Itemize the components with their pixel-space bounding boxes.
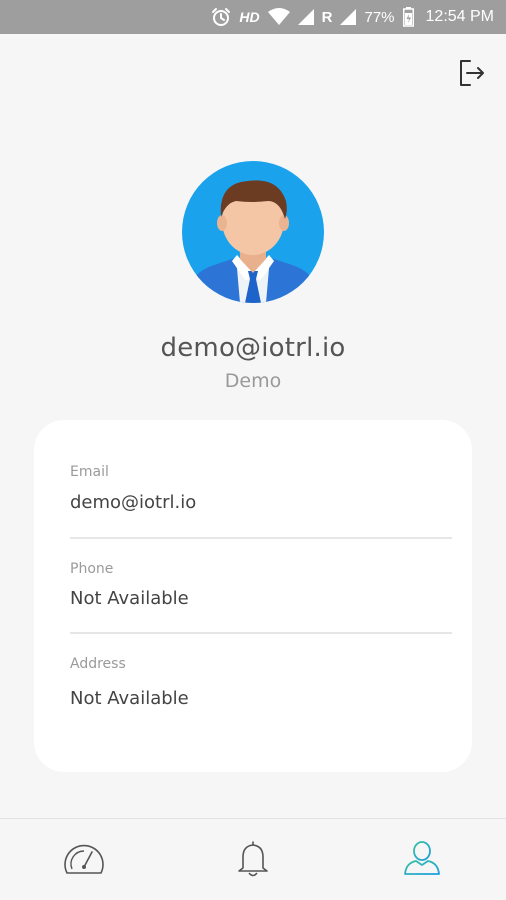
address-value: Not Available — [70, 688, 189, 709]
nav-profile[interactable] — [382, 830, 462, 890]
profile-details-card: Email demo@iotrl.io Phone Not Available … — [34, 420, 472, 772]
phone-row: Phone Not Available — [70, 561, 452, 609]
phone-label: Phone — [70, 561, 114, 577]
battery-icon — [402, 7, 414, 27]
profile-name: Demo — [224, 370, 282, 392]
divider — [70, 632, 452, 634]
alarm-icon — [211, 7, 231, 27]
address-row: Address Not Available — [70, 656, 452, 709]
bottom-navigation — [0, 818, 506, 900]
nav-dashboard[interactable] — [44, 830, 124, 890]
bell-icon — [235, 838, 271, 882]
signal-icon — [297, 9, 314, 25]
status-bar: HD R 77% 12:54 PM — [0, 0, 506, 34]
profile-icon — [402, 839, 442, 881]
divider — [70, 537, 452, 539]
email-value: demo@iotrl.io — [70, 492, 197, 513]
nav-notifications[interactable] — [213, 830, 293, 890]
email-row: Email demo@iotrl.io — [70, 464, 452, 513]
signal-icon-2 — [340, 9, 357, 25]
phone-value: Not Available — [70, 588, 189, 609]
profile-email: demo@iotrl.io — [160, 333, 346, 363]
user-avatar — [182, 161, 324, 303]
network-type: HD — [239, 9, 260, 25]
battery-percent: 77% — [364, 8, 395, 26]
roaming-indicator: R — [321, 8, 333, 26]
wifi-icon — [267, 8, 290, 26]
clock-time: 12:54 PM — [425, 8, 494, 25]
logout-icon — [456, 58, 486, 92]
logout-button[interactable] — [454, 58, 488, 92]
address-label: Address — [70, 656, 126, 672]
dashboard-gauge-icon — [61, 839, 107, 881]
email-label: Email — [70, 464, 109, 480]
